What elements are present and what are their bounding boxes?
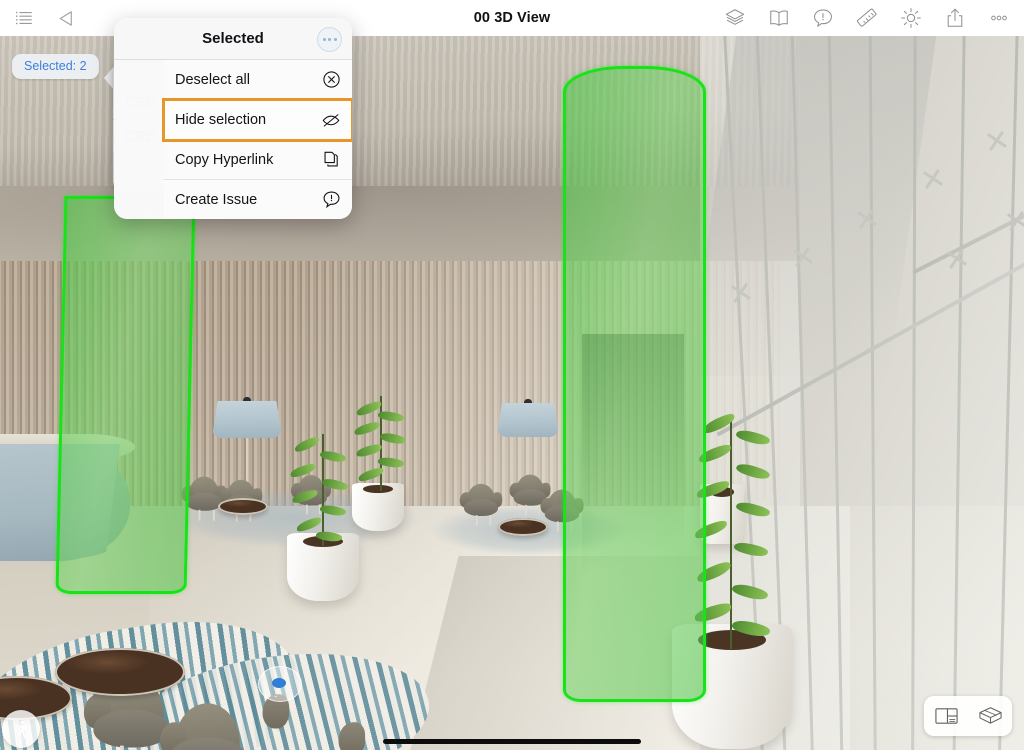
more-icon[interactable] — [988, 7, 1010, 29]
spider-fitting — [946, 248, 968, 270]
book-icon[interactable] — [768, 7, 790, 29]
chair-legs — [475, 515, 492, 526]
plant-leaf — [289, 462, 317, 479]
coffee-table — [55, 648, 185, 696]
plant-leaf — [379, 430, 407, 447]
plant-leaf — [731, 580, 769, 604]
copy-icon — [321, 150, 341, 170]
floor-lamp — [497, 399, 559, 505]
column-shadow — [582, 333, 684, 649]
dot — [333, 38, 337, 41]
plant-stem — [380, 396, 382, 491]
plant-leaf — [295, 516, 323, 533]
floor-lamp — [212, 397, 282, 506]
table-rim — [55, 648, 185, 696]
selection-context-menu[interactable]: Selected Deselect all Hide selection Cop… — [114, 18, 352, 219]
app-root: 00 3D View Selected: 2 Selected Deselect… — [0, 0, 1024, 750]
coffee-table — [498, 518, 548, 536]
menu-item-label: Copy Hyperlink — [175, 151, 274, 168]
issue-icon[interactable] — [812, 7, 834, 29]
menu-item-deselect-all[interactable]: Deselect all — [164, 60, 352, 100]
context-menu-items: Deselect all Hide selection Copy Hyperli… — [162, 60, 352, 219]
chair-legs — [525, 504, 540, 515]
viewpoint-marker[interactable] — [254, 664, 304, 702]
toolbar-right-group — [724, 0, 1010, 36]
selected-column-right[interactable] — [563, 66, 706, 702]
dot — [322, 38, 326, 41]
lamp-shade — [497, 403, 559, 437]
plant-leaf — [735, 499, 771, 520]
spider-fitting — [922, 168, 944, 190]
chair-legs — [120, 745, 155, 750]
plant-leaf — [735, 460, 771, 483]
plant-leaf — [730, 617, 772, 640]
chair-seat — [186, 492, 222, 511]
coffee-table — [218, 498, 268, 515]
spider-fitting — [1006, 210, 1024, 232]
viewpoint-dot — [272, 678, 286, 688]
chair-legs — [198, 509, 215, 521]
layers-icon[interactable] — [724, 7, 746, 29]
share-icon[interactable] — [944, 7, 966, 29]
plant-leaf — [735, 427, 771, 448]
menu-item-label: Create Issue — [175, 191, 258, 208]
plant-leaf — [733, 539, 769, 560]
view-layout-icon[interactable] — [933, 704, 959, 728]
toolbar-left-group — [0, 7, 77, 29]
context-menu-title: Selected — [202, 30, 264, 47]
table-rim — [218, 498, 268, 515]
menu-item-hide-selection[interactable]: Hide selection — [162, 98, 352, 142]
spider-fitting — [856, 208, 878, 230]
menu-item-copy-hyperlink[interactable]: Copy Hyperlink — [164, 140, 352, 180]
menu-icon[interactable] — [13, 7, 35, 29]
chair-arm — [338, 722, 366, 750]
brightness-icon[interactable] — [900, 7, 922, 29]
selection-count-badge: Selected: 2 — [12, 54, 99, 79]
plant-leaf — [315, 529, 343, 544]
bottom-right-toolbar[interactable] — [924, 696, 1012, 736]
menu-item-label: Hide selection — [175, 111, 267, 128]
swan-chair — [459, 483, 503, 526]
potted-plant — [352, 396, 408, 491]
spider-fitting — [730, 282, 752, 304]
walk-icon — [17, 720, 27, 738]
plant-leaf — [293, 435, 321, 454]
lamp-shade — [212, 401, 282, 438]
context-menu-header: Selected — [114, 18, 352, 60]
menu-item-label: Deselect all — [175, 71, 250, 88]
dot — [328, 38, 331, 41]
spider-fitting — [792, 246, 814, 268]
more-options-icon[interactable] — [317, 27, 342, 52]
plant-leaf — [321, 476, 349, 493]
potted-plant — [288, 434, 356, 546]
back-icon[interactable] — [55, 7, 77, 29]
menu-item-create-issue[interactable]: Create Issue — [164, 180, 352, 219]
plant-leaf — [291, 488, 319, 505]
section-box-icon[interactable] — [977, 704, 1003, 728]
close-circle-icon — [321, 70, 341, 90]
walk-mode-button[interactable] — [2, 710, 40, 748]
plant-leaf — [353, 420, 381, 437]
selected-column-left[interactable] — [55, 196, 196, 594]
eye-slash-icon — [321, 110, 341, 130]
table-rim — [498, 518, 548, 536]
spider-fitting — [986, 130, 1008, 152]
chair-seat — [464, 499, 498, 517]
home-indicator — [383, 739, 641, 744]
ruler-icon[interactable] — [856, 7, 878, 29]
plant-leaf — [355, 443, 383, 458]
exclamation-circle-icon — [321, 190, 341, 210]
